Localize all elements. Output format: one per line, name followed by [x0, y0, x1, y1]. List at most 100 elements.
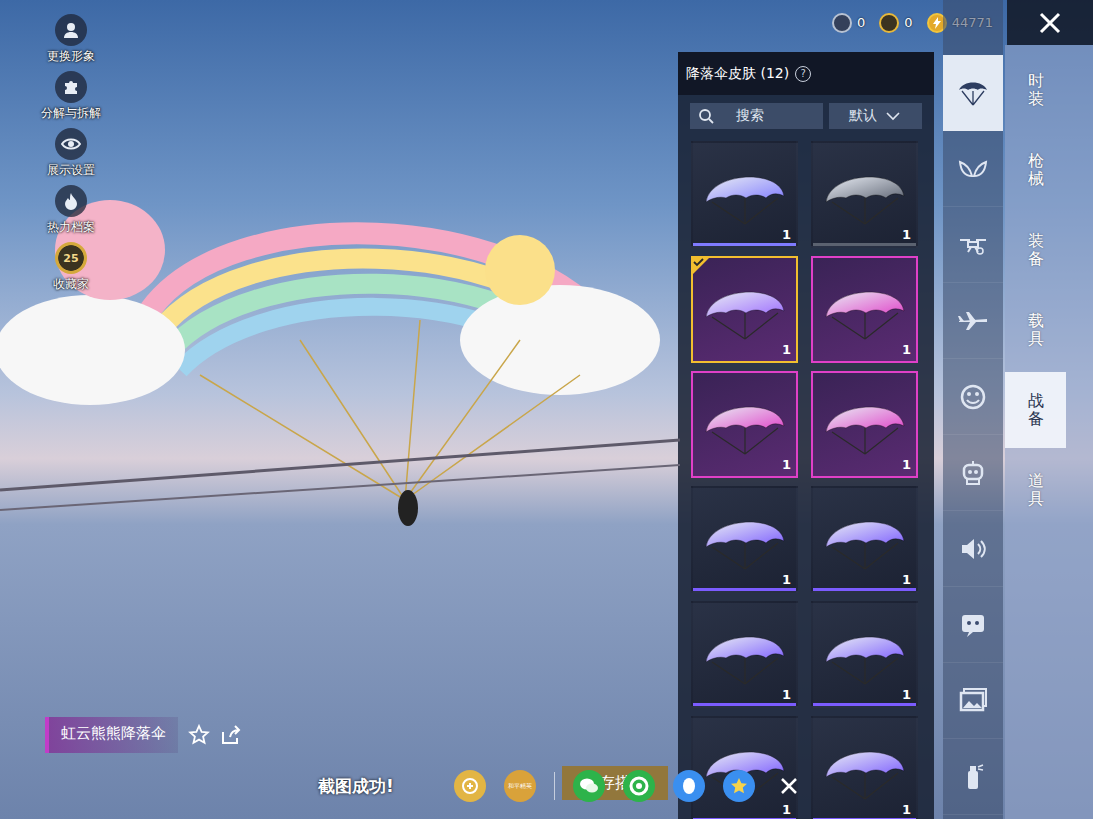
game-logo-icon[interactable]: 和平精英 [504, 770, 536, 802]
rarity-line [693, 703, 796, 706]
rarity-line [813, 818, 916, 819]
category-tab[interactable]: 道具 [1005, 452, 1066, 528]
qzone-icon[interactable] [723, 770, 755, 802]
avatar-badge [55, 14, 87, 46]
screenshot-message: 截图成功! [318, 775, 394, 798]
skin-count: 1 [902, 342, 911, 357]
robot-icon [956, 456, 990, 490]
skin-card[interactable]: 1 [691, 256, 798, 363]
x-icon [779, 776, 799, 796]
close-icon [1037, 10, 1063, 36]
parachute-preview-icon [822, 162, 908, 228]
side-menu-label: 收藏家 [53, 276, 89, 293]
category-tab[interactable]: 装备 [1005, 212, 1066, 288]
qq-icon[interactable] [673, 770, 705, 802]
skin-card[interactable]: 1 [691, 716, 798, 819]
skin-card[interactable]: 1 [811, 716, 918, 819]
skin-count: 1 [782, 342, 791, 357]
skin-card[interactable]: 1 [811, 486, 918, 593]
skin-card[interactable]: 1 [691, 601, 798, 708]
category-tab[interactable]: 时装 [1005, 52, 1066, 128]
icon-tab[interactable] [943, 435, 1004, 511]
side-menu-item[interactable]: 展示设置 [47, 128, 95, 185]
skin-count: 1 [902, 572, 911, 587]
currency: 0 [879, 13, 912, 33]
panel-title-text: 降落伞皮肤 (12) [686, 65, 789, 83]
wechat-bubble-icon [579, 777, 599, 795]
search-placeholder: 搜索 [736, 107, 764, 125]
close-button[interactable] [1007, 0, 1093, 45]
avatar-icon [62, 21, 80, 39]
category-tab[interactable]: 载具 [1005, 292, 1066, 368]
selected-check-icon [691, 256, 711, 276]
icon-tab[interactable] [943, 587, 1004, 663]
icon-tab[interactable] [943, 207, 1004, 283]
skin-count: 1 [782, 457, 791, 472]
skin-count: 1 [902, 227, 911, 242]
skin-count: 1 [902, 802, 911, 817]
skin-card[interactable]: 1 [691, 371, 798, 478]
picture-icon [956, 684, 990, 718]
search-icon [698, 108, 714, 124]
parachute-preview-icon [822, 622, 908, 688]
parachute-preview-icon [702, 162, 788, 228]
skin-count: 1 [902, 457, 911, 472]
category-tab[interactable]: 枪械 [1005, 132, 1066, 208]
icon-tab[interactable] [943, 359, 1004, 435]
parachute-preview-icon [702, 622, 788, 688]
scene: 更换形象分解与拆解展示设置热力档案25 收藏家虹云熊熊降落伞 [0, 0, 678, 819]
parachute-preview-icon [702, 392, 788, 458]
gold-share-icon[interactable] [454, 770, 486, 802]
skin-card[interactable]: 1 [811, 371, 918, 478]
parachute-preview-icon [822, 507, 908, 573]
side-menu-item[interactable]: 更换形象 [47, 14, 95, 71]
parachute-icon [956, 76, 990, 110]
moments-icon[interactable] [623, 770, 655, 802]
close-share-icon[interactable] [773, 770, 805, 802]
skin-count: 1 [782, 572, 791, 587]
rarity-line [813, 588, 916, 591]
panel-title: 降落伞皮肤 (12)? [678, 52, 934, 95]
wechat-icon[interactable] [573, 770, 605, 802]
skin-card[interactable]: 1 [811, 256, 918, 363]
collector-badge: 25 [55, 242, 87, 274]
spray-icon [956, 760, 990, 794]
category-label: 战备 [1028, 392, 1044, 427]
category-label: 装备 [1028, 232, 1044, 267]
skin-card[interactable]: 1 [811, 601, 918, 708]
eye-icon [61, 137, 81, 151]
silver-coin-icon [832, 13, 852, 33]
icon-tab[interactable] [943, 511, 1004, 587]
aperture-icon [629, 776, 649, 796]
category-label: 道具 [1028, 472, 1044, 507]
icon-tab[interactable] [943, 131, 1004, 207]
search-field[interactable]: 搜索 [690, 103, 823, 129]
skin-count: 1 [782, 687, 791, 702]
rarity-line [693, 818, 796, 819]
favorite-star-icon[interactable] [188, 724, 210, 746]
skin-card[interactable]: 1 [811, 141, 918, 248]
sort-dropdown[interactable]: 默认 [829, 103, 922, 129]
help-icon[interactable]: ? [795, 66, 811, 82]
skin-count: 1 [902, 687, 911, 702]
side-menu-item[interactable]: 分解与拆解 [41, 71, 101, 128]
parachute-scene-icon [0, 190, 680, 550]
icon-tab[interactable] [943, 663, 1004, 739]
side-menu-item[interactable]: 25 收藏家 [53, 242, 89, 299]
share-row: 和平精英 [454, 770, 805, 802]
star-icon [729, 776, 749, 796]
coin-icon [461, 777, 479, 795]
gold-coin-icon [879, 13, 899, 33]
skin-card[interactable]: 1 [691, 141, 798, 248]
icon-tab[interactable] [943, 739, 1004, 815]
right-body: 降落伞皮肤 (12)? 搜索 默认 1 1 1 1 1 1 1 1 1 1 1 1 时装枪械装备载具战备道具 [678, 45, 1093, 819]
side-menu-item[interactable]: 热力档案 [47, 185, 95, 242]
skin-card[interactable]: 1 [691, 486, 798, 593]
parachute-preview-icon [702, 277, 788, 343]
category-tab[interactable]: 战备 [1005, 372, 1066, 448]
top-bar: 0044771 [678, 0, 1093, 45]
showcase-name-tag: 虹云熊熊降落伞 [45, 717, 678, 753]
share-icon[interactable] [220, 724, 242, 746]
icon-tab[interactable] [943, 55, 1004, 131]
icon-tab[interactable] [943, 283, 1004, 359]
